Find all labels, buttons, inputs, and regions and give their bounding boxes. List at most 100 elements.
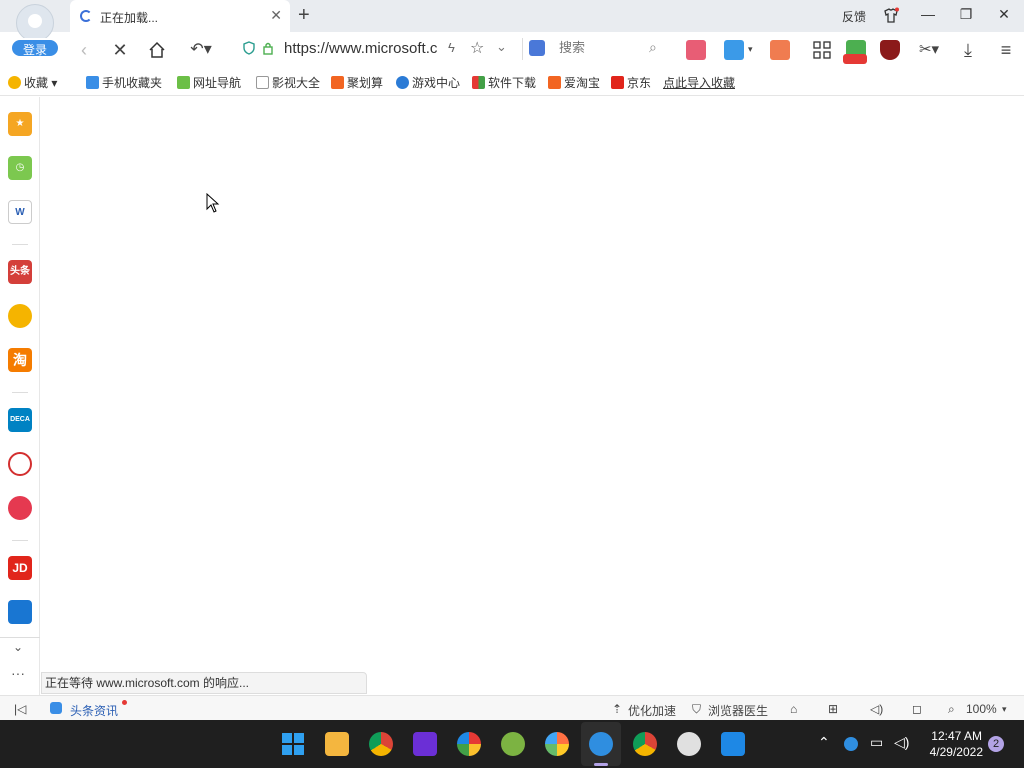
word-doc-icon[interactable]: W — [8, 200, 32, 224]
sidebar-divider — [12, 540, 28, 541]
jd-icon[interactable]: JD — [8, 556, 32, 580]
windows-start-icon[interactable] — [281, 732, 305, 756]
file-explorer-icon[interactable] — [325, 732, 349, 756]
apps-grid-icon[interactable] — [812, 40, 832, 60]
restore-button[interactable]: ❐ — [956, 6, 976, 26]
clock-time[interactable]: 12:47 AM — [930, 729, 982, 743]
ublock-icon[interactable] — [880, 40, 900, 60]
bookmarks-bar: 收藏 ▾ 手机收藏夹 网址导航 影视大全 聚划算 游戏中心 软件下载 爱淘宝 京… — [0, 66, 1024, 96]
lightning-icon[interactable]: ϟ — [448, 40, 455, 55]
decathlon-icon[interactable]: DECA — [8, 408, 32, 432]
mouse-cursor-icon — [206, 193, 220, 213]
weibo-icon[interactable] — [8, 304, 32, 328]
chevron-down-icon[interactable]: ▾ — [1002, 704, 1007, 715]
bookmark-item[interactable]: 手机收藏夹 — [86, 74, 162, 91]
favorites-icon[interactable]: ★ — [8, 112, 32, 136]
toolbox-icon[interactable]: ⌂ — [790, 702, 797, 716]
bookmark-item[interactable]: 爱淘宝 — [548, 74, 600, 91]
game-icon — [396, 76, 409, 89]
rocket-icon: ⇡ — [612, 702, 623, 716]
loading-icon — [80, 10, 92, 22]
people-app-icon[interactable] — [721, 732, 745, 756]
chrome-icon[interactable] — [633, 732, 657, 756]
bookmark-item[interactable]: 游戏中心 — [396, 74, 460, 91]
window-icon[interactable]: ◻ — [912, 702, 922, 716]
browser-app-icon[interactable] — [545, 732, 569, 756]
game-extension-icon[interactable] — [770, 40, 790, 60]
search-input[interactable] — [559, 40, 649, 55]
clock-date[interactable]: 4/29/2022 — [925, 745, 983, 759]
chevron-down-icon[interactable]: ⌄ — [13, 640, 23, 654]
minimize-button[interactable]: — — [918, 6, 938, 26]
app-icon[interactable] — [413, 732, 437, 756]
doctor-link[interactable]: 浏览器医生 — [708, 702, 768, 719]
url-text[interactable]: https://www.microsoft.c — [284, 40, 444, 57]
search-box[interactable]: ⌕ — [522, 38, 670, 60]
notification-badge[interactable]: 2 — [988, 736, 1004, 752]
scissors-icon[interactable]: ✂▾ — [914, 40, 944, 60]
back-icon[interactable]: ‹ — [74, 40, 94, 60]
chevron-up-icon[interactable]: ⌃ — [818, 734, 830, 751]
more-icon[interactable]: ··· — [11, 665, 25, 681]
chevron-down-icon[interactable]: ⌄ — [496, 39, 507, 55]
login-button[interactable]: 登录 — [10, 38, 60, 58]
active-indicator — [594, 763, 608, 766]
zoom-level[interactable]: 100% — [966, 702, 997, 716]
new-tab-button[interactable]: + — [298, 4, 310, 27]
close-tab-icon[interactable]: ✕ — [270, 7, 282, 24]
sidebar-divider — [0, 637, 40, 638]
network-icon[interactable]: ▭ — [870, 734, 883, 751]
ele-icon[interactable] — [8, 452, 32, 476]
zoom-icon: ⌕ — [948, 702, 955, 716]
page-icon — [256, 76, 269, 89]
bookmark-item[interactable]: 网址导航 — [177, 74, 241, 91]
translate-extension-icon[interactable] — [724, 40, 744, 60]
ctrip-icon[interactable] — [8, 600, 32, 624]
sidebar: ★ ◷ W 头条 淘 DECA JD ⌄ ··· — [0, 97, 40, 695]
clock-app-icon[interactable] — [677, 732, 701, 756]
shopping-extension-icon[interactable] — [686, 40, 706, 60]
browser-app-icon[interactable] — [501, 732, 525, 756]
360-browser-icon[interactable] — [589, 732, 613, 756]
tray-browser-icon[interactable] — [844, 737, 858, 751]
taobao-icon[interactable]: 淘 — [8, 348, 32, 372]
bookmark-item[interactable]: 软件下载 — [472, 74, 536, 91]
skin-icon[interactable] — [882, 7, 900, 25]
browser-app-icon[interactable] — [457, 732, 481, 756]
bookmark-label: 软件下载 — [488, 76, 537, 90]
news-link[interactable]: 头条资讯 — [70, 702, 118, 719]
optimize-link[interactable]: 优化加速 — [628, 702, 676, 719]
menu-icon[interactable]: ≡ — [996, 40, 1016, 60]
sidebar-divider — [12, 244, 28, 245]
collapse-sidebar-icon[interactable]: |◁ — [14, 702, 26, 716]
close-window-button[interactable]: ✕ — [994, 6, 1014, 26]
vr-icon[interactable]: ⊞ — [828, 702, 838, 716]
chevron-down-icon[interactable]: ▾ — [748, 44, 753, 55]
download-icon[interactable]: ⤓ — [958, 40, 978, 60]
bookmark-item[interactable]: 聚划算 — [331, 74, 383, 91]
koala-icon[interactable] — [8, 496, 32, 520]
home-icon[interactable] — [147, 40, 167, 60]
search-icon[interactable]: ⌕ — [649, 39, 657, 56]
history-icon[interactable]: ◷ — [8, 156, 32, 180]
bookmark-label: 网址导航 — [193, 76, 242, 90]
url-bar[interactable]: https://www.microsoft.c ϟ ☆ ⌄ — [238, 38, 514, 60]
toutiao-icon[interactable]: 头条 — [8, 260, 32, 284]
user-avatar[interactable]: 登录 — [10, 4, 60, 58]
star-icon[interactable]: ☆ — [470, 38, 484, 58]
chrome-icon[interactable] — [369, 732, 393, 756]
volume-icon[interactable]: ◁) — [870, 702, 883, 716]
undo-close-icon[interactable]: ↶▾ — [186, 40, 216, 60]
page-content: 正在等待 www.microsoft.com 的响应... — [41, 97, 1024, 695]
taobao-icon — [548, 76, 561, 89]
stop-icon[interactable]: ✕ — [110, 40, 130, 60]
bookmark-item[interactable]: 京东 — [611, 74, 651, 91]
favorites-menu[interactable]: 收藏 ▾ — [8, 74, 57, 91]
new-badge — [843, 54, 867, 64]
browser-tab[interactable]: 正在加载... ✕ — [70, 0, 290, 32]
bookmark-item[interactable]: 影视大全 — [256, 74, 320, 91]
import-bookmarks-link[interactable]: 点此导入收藏 — [663, 74, 735, 91]
speaker-icon[interactable]: ◁) — [894, 734, 909, 751]
feedback-link[interactable]: 反馈 — [842, 8, 866, 25]
bookmark-label: 手机收藏夹 — [102, 76, 163, 90]
